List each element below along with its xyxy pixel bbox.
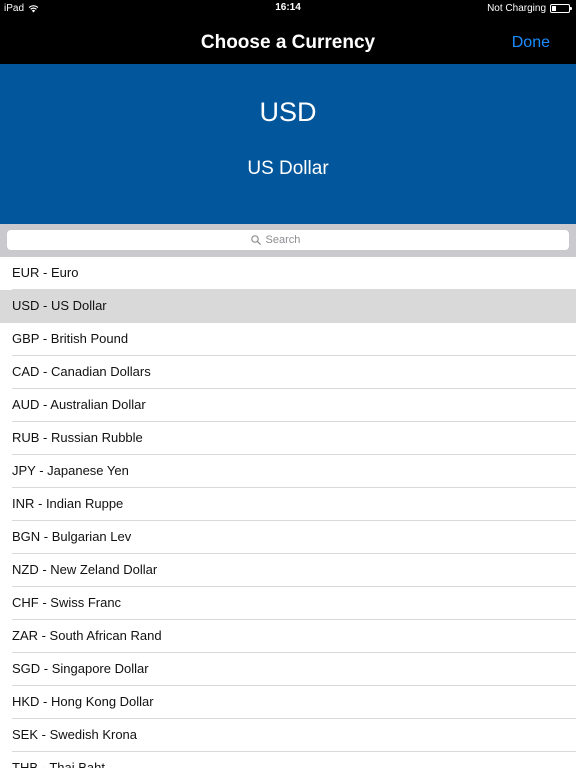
currency-label: BGN - Bulgarian Lev xyxy=(12,529,132,544)
currency-row[interactable]: NZD - New Zeland Dollar xyxy=(0,554,576,587)
currency-row[interactable]: BGN - Bulgarian Lev xyxy=(0,521,576,554)
currency-label: ZAR - South African Rand xyxy=(12,628,162,643)
search-input[interactable] xyxy=(265,234,326,246)
selected-currency-name: US Dollar xyxy=(247,158,329,179)
currency-row[interactable]: JPY - Japanese Yen xyxy=(0,455,576,488)
battery-icon xyxy=(550,3,572,13)
status-right: Not Charging xyxy=(487,2,572,14)
currency-label: AUD - Australian Dollar xyxy=(12,397,146,412)
search-field[interactable] xyxy=(7,230,569,250)
page-title: Choose a Currency xyxy=(200,32,376,53)
currency-label: INR - Indian Ruppe xyxy=(12,496,124,511)
currency-label: RUB - Russian Rubble xyxy=(12,430,143,445)
currency-list: EUR - Euro USD - US Dollar GBP - British P… xyxy=(0,257,576,768)
currency-label: SGD - Singapore Dollar xyxy=(12,661,149,676)
done-button[interactable]: Done xyxy=(512,34,550,52)
currency-label: CHF - Swiss Franc xyxy=(12,595,122,610)
charging-status: Not Charging xyxy=(487,2,546,14)
currency-row[interactable]: INR - Indian Ruppe xyxy=(0,488,576,521)
currency-row[interactable]: AUD - Australian Dollar xyxy=(0,389,576,422)
currency-label: CAD - Canadian Dollars xyxy=(12,364,151,379)
navigation-bar: Choose a Currency Done xyxy=(0,24,576,64)
currency-row[interactable]: CHF - Swiss Franc xyxy=(0,587,576,620)
currency-row[interactable]: RUB - Russian Rubble xyxy=(0,422,576,455)
currency-label: USD - US Dollar xyxy=(12,298,107,313)
currency-row[interactable]: SEK - Swedish Krona xyxy=(0,719,576,752)
status-bar: iPad 16:14 Not Charging xyxy=(0,0,576,24)
currency-label: NZD - New Zeland Dollar xyxy=(12,562,158,577)
currency-row[interactable]: HKD - Hong Kong Dollar xyxy=(0,686,576,719)
currency-row[interactable]: THB - Thai Baht xyxy=(0,752,576,768)
battery-level xyxy=(552,5,556,11)
currency-row[interactable]: USD - US Dollar xyxy=(0,290,576,323)
selected-currency-code: USD xyxy=(259,97,317,127)
currency-row[interactable]: CAD - Canadian Dollars xyxy=(0,356,576,389)
currency-label: JPY - Japanese Yen xyxy=(12,463,129,478)
currency-row[interactable]: SGD - Singapore Dollar xyxy=(0,653,576,686)
currency-row[interactable]: ZAR - South African Rand xyxy=(0,620,576,653)
currency-label: HKD - Hong Kong Dollar xyxy=(12,694,154,709)
currency-row[interactable]: EUR - Euro xyxy=(0,257,576,290)
search-bar xyxy=(0,224,576,257)
currency-label: GBP - British Pound xyxy=(12,331,129,346)
currency-label: THB - Thai Baht xyxy=(12,760,105,768)
search-icon xyxy=(250,235,261,245)
currency-label: SEK - Swedish Krona xyxy=(12,727,138,742)
currency-row[interactable]: GBP - British Pound xyxy=(0,323,576,356)
currency-picker-screen: iPad 16:14 Not Charging Choose a Currenc… xyxy=(0,0,576,768)
currency-label: EUR - Euro xyxy=(12,265,79,280)
selected-currency-panel: USD US Dollar xyxy=(0,64,576,224)
